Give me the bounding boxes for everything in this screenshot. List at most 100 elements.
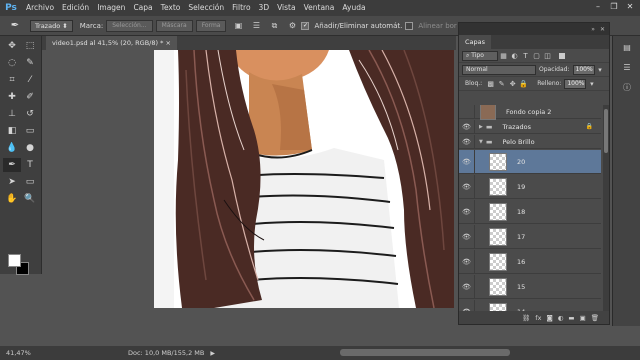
smart-object-filter-icon[interactable]: ◫ <box>542 51 553 61</box>
pen-tool-icon[interactable]: ✒ <box>3 158 21 172</box>
lock-pixels-icon[interactable]: ✎ <box>496 79 507 89</box>
layer-row[interactable]: 👁 18 <box>459 200 601 224</box>
align-edges-checkbox[interactable]: ✓ <box>405 21 414 30</box>
quick-select-icon[interactable]: ✎ <box>21 56 39 70</box>
eye-icon[interactable]: 👁 <box>459 225 475 248</box>
minimize-button[interactable]: – <box>590 0 606 13</box>
close-button[interactable]: ✕ <box>622 0 638 13</box>
eraser-icon[interactable]: ◧ <box>3 124 21 138</box>
fx-icon[interactable]: fx <box>535 314 541 322</box>
collapse-icon[interactable]: » <box>591 26 595 33</box>
opacity-input[interactable]: 100% <box>572 64 595 75</box>
adjustment-icon[interactable]: ◐ <box>558 314 564 322</box>
folder-icon[interactable]: ▬ <box>568 314 574 322</box>
eye-icon[interactable]: 👁 <box>459 250 475 273</box>
type-filter-icon[interactable]: T <box>520 51 531 61</box>
menu-texto[interactable]: Texto <box>157 0 185 16</box>
hand-icon[interactable]: ✋ <box>3 192 21 206</box>
document-canvas[interactable] <box>154 50 454 308</box>
close-panel-icon[interactable]: ✕ <box>600 26 605 33</box>
history-brush-icon[interactable]: ↺ <box>21 107 39 121</box>
lock-all-icon[interactable]: 🔒 <box>518 79 529 89</box>
type-icon[interactable]: T <box>21 158 39 172</box>
link-icon[interactable]: ⛓ <box>522 314 530 322</box>
filter-type-select[interactable]: ⌕ Tipo <box>462 50 498 61</box>
menu-filtro[interactable]: Filtro <box>228 0 254 16</box>
path-alignment-icon[interactable]: ☰ <box>249 19 263 33</box>
trash-icon[interactable]: 🗑 <box>591 314 599 322</box>
fill-dropdown-icon[interactable]: ▾ <box>586 79 597 89</box>
eye-icon[interactable]: 👁 <box>459 275 475 298</box>
pen-icon[interactable]: ✒ <box>4 18 26 34</box>
tab-capas[interactable]: Capas <box>459 35 492 49</box>
menu-imagen[interactable]: Imagen <box>93 0 129 16</box>
menu-edicion[interactable]: Edición <box>58 0 93 16</box>
layers-scrollbar-thumb[interactable] <box>604 109 608 153</box>
canvas-area[interactable] <box>42 50 456 346</box>
menu-archivo[interactable]: Archivo <box>22 0 58 16</box>
opacity-dropdown-icon[interactable]: ▾ <box>595 65 606 75</box>
blur-icon[interactable]: 💧 <box>3 141 21 155</box>
zoom-level[interactable]: 41,47% <box>0 349 42 357</box>
shape-button[interactable]: Forma <box>195 19 227 32</box>
layer-row[interactable]: 👁 15 <box>459 275 601 299</box>
menu-capa[interactable]: Capa <box>129 0 156 16</box>
path-selection-icon[interactable]: ➤ <box>3 175 21 189</box>
layer-row[interactable]: 👁 16 <box>459 250 601 274</box>
layer-row[interactable]: Fondo copia 2 <box>459 105 601 120</box>
shape-filter-icon[interactable]: ▢ <box>531 51 542 61</box>
expand-arrow-icon[interactable]: ▶ <box>479 124 483 130</box>
fill-input[interactable]: 100% <box>564 78 587 89</box>
rectangle-icon[interactable]: ▭ <box>21 175 39 189</box>
lock-position-icon[interactable]: ✥ <box>507 79 518 89</box>
eye-icon[interactable]: 👁 <box>459 135 475 148</box>
dodge-icon[interactable]: ● <box>21 141 39 155</box>
new-layer-icon[interactable]: ▣ <box>580 314 586 322</box>
layer-row-selected[interactable]: 👁 20 <box>459 150 601 174</box>
path-arrange-icon[interactable]: ⧉ <box>267 19 281 33</box>
eye-icon[interactable]: 👁 <box>459 120 475 133</box>
eyedropper-icon[interactable]: ⁄ <box>21 73 39 87</box>
properties-icon[interactable]: ☰ <box>620 60 634 74</box>
visibility-toggle-empty[interactable] <box>459 105 475 118</box>
lasso-icon[interactable]: ◌ <box>3 56 21 70</box>
menu-seleccion[interactable]: Selección <box>184 0 228 16</box>
mask-icon[interactable]: ◙ <box>546 314 552 322</box>
collapse-arrow-icon[interactable]: ▼ <box>479 139 483 145</box>
menu-ayuda[interactable]: Ayuda <box>338 0 369 16</box>
brush-icon[interactable]: ✐ <box>21 90 39 104</box>
status-menu-arrow[interactable]: ▶ <box>210 350 215 357</box>
info-icon[interactable]: ⓘ <box>620 80 634 94</box>
eye-icon[interactable]: 👁 <box>459 150 475 173</box>
adjustment-filter-icon[interactable]: ◐ <box>509 51 520 61</box>
mask-button[interactable]: Máscara <box>155 19 193 32</box>
eye-icon[interactable]: 👁 <box>459 200 475 223</box>
foreground-color-swatch[interactable] <box>8 254 21 267</box>
clone-stamp-icon[interactable]: ⊥ <box>3 107 21 121</box>
layer-group-row[interactable]: 👁 ▼ ▬ Pelo Brillo <box>459 135 601 149</box>
move-icon[interactable]: ✥ <box>3 39 21 53</box>
healing-brush-icon[interactable]: ✚ <box>3 90 21 104</box>
horizontal-scrollbar[interactable] <box>340 349 510 356</box>
menu-ventana[interactable]: Ventana <box>300 0 339 16</box>
layer-row[interactable]: 👁 19 <box>459 175 601 199</box>
layer-row[interactable]: 👁 17 <box>459 225 601 249</box>
path-operations-icon[interactable]: ▣ <box>231 19 245 33</box>
pixel-filter-icon[interactable]: ▦ <box>498 51 509 61</box>
document-tab[interactable]: video1.psd al 41,5% (20, RGB/8) * × <box>46 36 177 50</box>
selection-button[interactable]: Selección... <box>106 19 153 32</box>
history-icon[interactable]: ▤ <box>620 40 634 54</box>
auto-add-checkbox[interactable]: ✓ <box>301 21 310 30</box>
menu-vista[interactable]: Vista <box>273 0 300 16</box>
document-tab-close[interactable]: × <box>165 39 170 47</box>
layer-group-row[interactable]: 👁 ▶ ▬ Trazados 🔒 <box>459 120 601 134</box>
marquee-icon[interactable]: ⬚ <box>21 39 39 53</box>
menu-3d[interactable]: 3D <box>255 0 274 16</box>
eye-icon[interactable]: 👁 <box>459 175 475 198</box>
restore-button[interactable]: ❐ <box>606 0 622 13</box>
path-mode-select[interactable]: Trazado ⬍ <box>30 19 73 32</box>
gear-icon[interactable]: ⚙ <box>285 19 299 33</box>
crop-icon[interactable]: ⌗ <box>3 73 21 87</box>
layers-scrollbar[interactable] <box>603 105 609 313</box>
gradient-icon[interactable]: ▭ <box>21 124 39 138</box>
